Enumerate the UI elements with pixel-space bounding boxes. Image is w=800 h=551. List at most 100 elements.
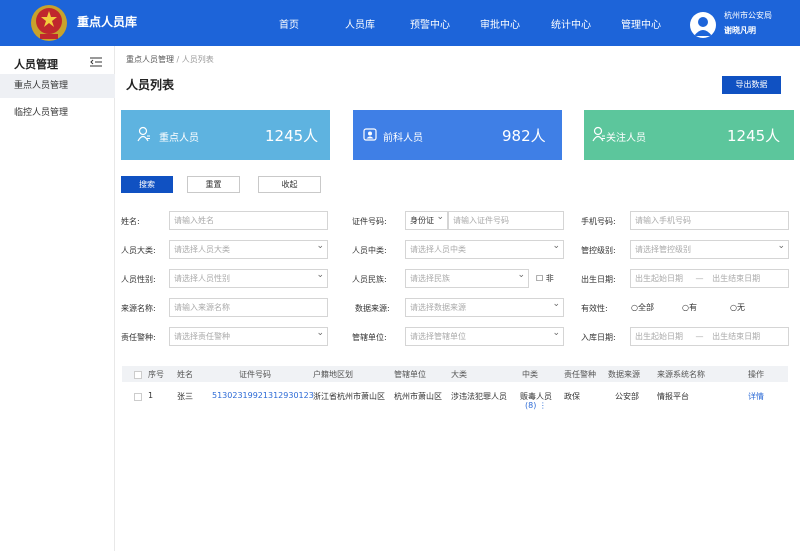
id-number-input[interactable]: 请输入证件号码 [448, 211, 564, 230]
stat-card-watched[interactable]: 关注人员 1245人 [584, 110, 794, 160]
validity-radio-yes[interactable]: ○有 [682, 302, 697, 313]
phone-input[interactable]: 请输入手机号码 [630, 211, 789, 230]
breadcrumb-separator: / [174, 55, 182, 64]
nav-approval-center[interactable]: 审批中心 [480, 16, 520, 31]
stat-card-key-personnel[interactable]: 重点人员 1245人 [121, 110, 330, 160]
nav-statistics-center[interactable]: 统计中心 [551, 16, 591, 31]
sidebar: 人员管理 重点人员管理 临控人员管理 [0, 46, 115, 551]
col-name: 姓名 [177, 370, 193, 379]
entry-date-label: 入库日期: [581, 333, 616, 342]
user-name[interactable]: 谢晓凡明 [724, 25, 756, 36]
entry-date-start[interactable]: 出生起始日期 [635, 332, 683, 341]
sidebar-item-control-personnel[interactable]: 临控人员管理 [0, 101, 115, 125]
id-type-select[interactable]: 身份证 [405, 211, 448, 230]
nav-people-library[interactable]: 人员库 [345, 16, 375, 31]
category-major-select[interactable]: 请选择人员大类 [169, 240, 328, 259]
entry-date-end[interactable]: 出生结束日期 [712, 332, 760, 341]
source-name-input[interactable]: 请输入来源名称 [169, 298, 328, 317]
id-badge-icon [363, 128, 377, 141]
phone-label: 手机号码: [581, 217, 616, 226]
col-id-number: 证件号码 [239, 370, 271, 379]
id-number-label: 证件号码: [352, 217, 387, 226]
birth-date-label: 出生日期: [581, 275, 616, 284]
select-all-checkbox[interactable] [134, 371, 142, 379]
jurisdiction-unit-select[interactable]: 请选择管辖单位 [405, 327, 564, 346]
nav-management-center[interactable]: 管理中心 [621, 16, 661, 31]
date-range-separator: — [695, 274, 704, 283]
validity-radio-no[interactable]: ○无 [730, 302, 745, 313]
ethnicity-select[interactable]: 请选择民族 [405, 269, 529, 288]
cell-unit: 杭州市萧山区 [394, 392, 442, 401]
name-input[interactable]: 请输入姓名 [169, 211, 328, 230]
ethnicity-label: 人员民族: [352, 275, 387, 284]
reset-button[interactable]: 重置 [187, 176, 240, 193]
breadcrumb-parent[interactable]: 重点人员管理 [126, 55, 174, 64]
radio-label: 有 [688, 303, 697, 312]
sidebar-item-key-personnel[interactable]: 重点人员管理 [0, 74, 115, 98]
collapse-menu-icon[interactable] [90, 57, 102, 67]
cell-mid-count[interactable]: (8) ⋮ [525, 401, 547, 410]
col-source-system: 来源系统名称 [657, 370, 705, 379]
police-type-label: 责任警种: [121, 333, 156, 342]
top-navigation-bar: 重点人员库 首页 人员库 预警中心 审批中心 统计中心 管理中心 杭州市公安局 … [0, 0, 800, 46]
page-title: 人员列表 [126, 78, 175, 92]
stat-card-prior-record[interactable]: 前科人员 982人 [353, 110, 562, 160]
export-data-button[interactable]: 导出数据 [722, 76, 781, 94]
nav-home[interactable]: 首页 [279, 16, 299, 31]
col-actions: 操作 [748, 370, 764, 379]
birth-date-end[interactable]: 出生结束日期 [712, 274, 760, 283]
radio-label: 无 [736, 303, 745, 312]
validity-label: 有效性: [581, 304, 608, 313]
not-ethnicity-checkbox[interactable]: ☐ 非 [536, 273, 554, 284]
cell-police: 政保 [564, 392, 580, 401]
birth-date-start[interactable]: 出生起始日期 [635, 274, 683, 283]
col-unit: 管辖单位 [394, 370, 426, 379]
cell-index: 1 [148, 391, 154, 400]
date-range-separator: — [695, 332, 704, 341]
cell-residence: 浙江省杭州市萧山区 [313, 392, 385, 401]
detail-link[interactable]: 详情 [748, 391, 764, 402]
col-mid: 中类 [522, 370, 538, 379]
collapse-button[interactable]: 收起 [258, 176, 321, 193]
breadcrumb: 重点人员管理 / 人员列表 [126, 54, 214, 65]
category-major-label: 人员大类: [121, 246, 156, 255]
row-checkbox[interactable] [134, 393, 142, 401]
control-level-select[interactable]: 请选择管控级别 [630, 240, 789, 259]
birth-date-range[interactable]: 出生起始日期 — 出生结束日期 [630, 269, 789, 288]
stat-card-label: 关注人员 [606, 133, 646, 144]
not-label: 非 [545, 274, 554, 283]
category-mid-select[interactable]: 请选择人员中类 [405, 240, 564, 259]
organization-name: 杭州市公安局 [724, 11, 772, 20]
col-major: 大类 [451, 370, 467, 379]
col-residence: 户籍地区划 [313, 370, 353, 379]
gender-select[interactable]: 请选择人员性别 [169, 269, 328, 288]
name-label: 姓名: [121, 217, 140, 226]
cell-id-number[interactable]: 513023199213129301​23 [212, 391, 314, 400]
user-avatar[interactable] [690, 12, 716, 38]
data-source-select[interactable]: 请选择数据来源 [405, 298, 564, 317]
jurisdiction-unit-label: 管辖单位: [352, 333, 387, 342]
radio-icon: ○ [730, 303, 737, 312]
avatar-icon [694, 17, 712, 36]
mid-count-value: (8) [525, 401, 537, 410]
cell-name: 张三 [177, 392, 193, 401]
control-level-label: 管控级别: [581, 246, 616, 255]
more-icon: ⋮ [538, 401, 547, 410]
gender-label: 人员性别: [121, 275, 156, 284]
col-index: 序号 [148, 370, 164, 379]
radio-icon: ○ [631, 303, 638, 312]
cell-major: 涉违法犯罪人员 [451, 392, 507, 401]
police-type-select[interactable]: 请选择责任警种 [169, 327, 328, 346]
nav-alert-center[interactable]: 预警中心 [410, 16, 450, 31]
stat-card-value: 1245人 [727, 127, 781, 145]
search-button[interactable]: 搜索 [121, 176, 173, 193]
col-police: 责任警种 [564, 370, 596, 379]
cell-data-source: 公安部 [615, 392, 639, 401]
stat-card-value: 982人 [502, 127, 546, 145]
app-title: 重点人员库 [77, 15, 138, 29]
validity-radio-all[interactable]: ○全部 [631, 302, 654, 313]
sidebar-title: 人员管理 [14, 58, 58, 71]
entry-date-range[interactable]: 出生起始日期 — 出生结束日期 [630, 327, 789, 346]
police-emblem-logo [31, 5, 67, 41]
radio-label: 全部 [637, 303, 654, 312]
